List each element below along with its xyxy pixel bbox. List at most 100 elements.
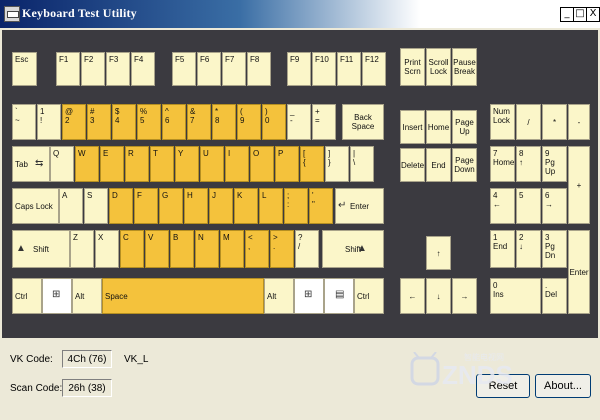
key-q-9[interactable]: P	[275, 146, 299, 182]
key-num-2[interactable]: @ 2	[62, 104, 86, 140]
key-a-5[interactable]: H	[184, 188, 208, 224]
key-a-6[interactable]: J	[209, 188, 233, 224]
key-alt-left[interactable]: Alt	[72, 278, 102, 314]
key-q-4[interactable]: T	[150, 146, 174, 182]
key-nav-mid-4[interactable]: End	[426, 148, 451, 182]
key-num-4[interactable]: $ 4	[112, 104, 136, 140]
key-win-left[interactable]: ⊞	[42, 278, 72, 314]
key-z-2[interactable]: C	[120, 230, 144, 268]
maximize-button[interactable]: □	[573, 7, 587, 22]
key-shift-left[interactable]: Shift ▲	[12, 230, 70, 268]
key-z-1[interactable]: X	[95, 230, 119, 268]
key-f3[interactable]: F3	[106, 52, 130, 86]
key-num-5[interactable]: % 5	[137, 104, 161, 140]
key-numpad-numlock[interactable]: Num Lock	[490, 104, 515, 140]
key-f5[interactable]: F5	[172, 52, 196, 86]
key-enter[interactable]: Enter ↵	[335, 188, 384, 224]
key-f11[interactable]: F11	[337, 52, 361, 86]
key-f7[interactable]: F7	[222, 52, 246, 86]
key-numpad-n1[interactable]: 1 End	[490, 230, 515, 268]
key-a-10[interactable]: ' "	[309, 188, 333, 224]
key-nav-mid-2[interactable]: Page Up	[452, 110, 477, 144]
key-num-11[interactable]: _ -	[287, 104, 311, 140]
key-numpad-plus[interactable]: +	[568, 146, 590, 224]
key-q-3[interactable]: R	[125, 146, 149, 182]
key-arrow-left[interactable]: ←	[400, 278, 425, 314]
key-f9[interactable]: F9	[287, 52, 311, 86]
key-numpad-n8[interactable]: 8 ↑	[516, 146, 541, 182]
key-numpad-n9[interactable]: 9 Pg Up	[542, 146, 567, 182]
key-f12[interactable]: F12	[362, 52, 386, 86]
key-numpad-n4[interactable]: 4 ←	[490, 188, 515, 224]
key-q-1[interactable]: W	[75, 146, 99, 182]
key-nav-0[interactable]: Print Scrn	[400, 48, 425, 86]
key-backspace[interactable]: Back Space	[342, 104, 384, 140]
key-win-right[interactable]: ⊞	[294, 278, 324, 314]
key-numpad-div[interactable]: /	[516, 104, 541, 140]
key-a-2[interactable]: D	[109, 188, 133, 224]
key-shift-right[interactable]: Shift ▲	[322, 230, 384, 268]
key-numpad-n0[interactable]: 0 Ins	[490, 278, 541, 314]
key-menu[interactable]: ▤	[324, 278, 354, 314]
key-a-8[interactable]: L	[259, 188, 283, 224]
key-num-3[interactable]: # 3	[87, 104, 111, 140]
key-numpad-n6[interactable]: 6 →	[542, 188, 567, 224]
key-capslock[interactable]: Caps Lock	[12, 188, 59, 224]
key-q-10[interactable]: [ {	[300, 146, 324, 182]
key-z-9[interactable]: ? /	[295, 230, 319, 268]
key-q-8[interactable]: O	[250, 146, 274, 182]
close-button[interactable]: X	[586, 7, 600, 22]
key-arrow-up[interactable]: ↑	[426, 236, 451, 270]
key-numpad-minus[interactable]: -	[568, 104, 590, 140]
key-q-2[interactable]: E	[100, 146, 124, 182]
key-num-0[interactable]: ` ~	[12, 104, 36, 140]
key-nav-mid-5[interactable]: Page Down	[452, 148, 477, 182]
key-tab[interactable]: Tab ⇆	[12, 146, 50, 182]
key-numpad-n2[interactable]: 2 ↓	[516, 230, 541, 268]
key-q-11[interactable]: ] }	[325, 146, 349, 182]
key-q-5[interactable]: Y	[175, 146, 199, 182]
key-space[interactable]: Space	[102, 278, 264, 314]
key-a-7[interactable]: K	[234, 188, 258, 224]
key-numpad-enter[interactable]: Enter	[568, 230, 590, 314]
key-a-4[interactable]: G	[159, 188, 183, 224]
key-nav-mid-1[interactable]: Home	[426, 110, 451, 144]
key-q-12[interactable]: | \	[350, 146, 374, 182]
key-num-8[interactable]: * 8	[212, 104, 236, 140]
key-nav-1[interactable]: Scroll Lock	[426, 48, 451, 86]
key-z-6[interactable]: M	[220, 230, 244, 268]
key-num-9[interactable]: ( 9	[237, 104, 261, 140]
key-a-9[interactable]: ; :	[284, 188, 308, 224]
key-numpad-mul[interactable]: *	[542, 104, 567, 140]
key-z-4[interactable]: B	[170, 230, 194, 268]
key-numpad-n7[interactable]: 7 Home	[490, 146, 515, 182]
key-z-7[interactable]: < ,	[245, 230, 269, 268]
minimize-button[interactable]: _	[560, 7, 574, 22]
key-a-0[interactable]: A	[59, 188, 83, 224]
key-a-3[interactable]: F	[134, 188, 158, 224]
key-nav-mid-0[interactable]: Insert	[400, 110, 425, 144]
key-num-7[interactable]: & 7	[187, 104, 211, 140]
key-a-1[interactable]: S	[84, 188, 108, 224]
key-f4[interactable]: F4	[131, 52, 155, 86]
key-z-3[interactable]: V	[145, 230, 169, 268]
key-alt-right[interactable]: Alt	[264, 278, 294, 314]
key-arrow-down[interactable]: ↓	[426, 278, 451, 314]
key-f1[interactable]: F1	[56, 52, 80, 86]
key-arrow-right[interactable]: →	[452, 278, 477, 314]
key-f6[interactable]: F6	[197, 52, 221, 86]
key-num-6[interactable]: ^ 6	[162, 104, 186, 140]
key-q-7[interactable]: I	[225, 146, 249, 182]
key-numpad-dot[interactable]: . Del	[542, 278, 567, 314]
key-f8[interactable]: F8	[247, 52, 271, 86]
key-f10[interactable]: F10	[312, 52, 336, 86]
key-q-6[interactable]: U	[200, 146, 224, 182]
key-ctrl-right[interactable]: Ctrl	[354, 278, 384, 314]
key-z-8[interactable]: > .	[270, 230, 294, 268]
key-num-12[interactable]: + =	[312, 104, 336, 140]
key-f2[interactable]: F2	[81, 52, 105, 86]
key-nav-mid-3[interactable]: Delete	[400, 148, 425, 182]
key-z-5[interactable]: N	[195, 230, 219, 268]
key-q-0[interactable]: Q	[50, 146, 74, 182]
key-ctrl-left[interactable]: Ctrl	[12, 278, 42, 314]
